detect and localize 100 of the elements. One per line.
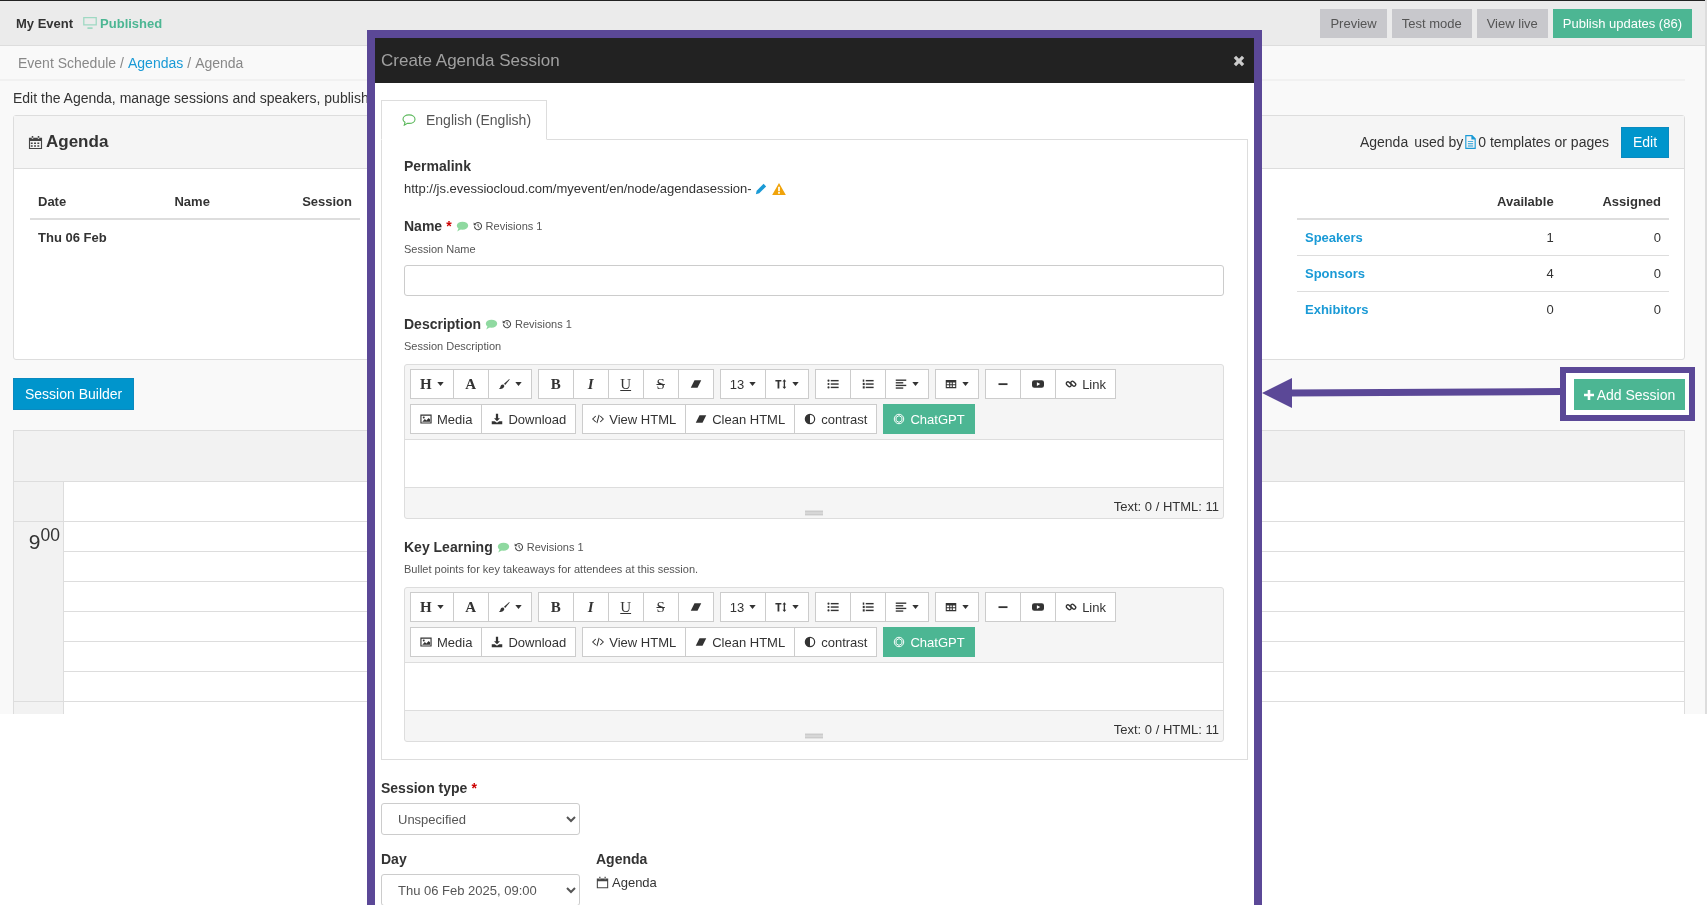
toolbar-button[interactable]: U [607,369,644,399]
action-button[interactable]: Test mode [1391,8,1472,38]
resize-grip-icon[interactable] [805,510,823,516]
breadcrumb-separator: / [120,55,124,71]
toolbar-button[interactable]: S [642,369,679,399]
toolbar-button[interactable]: I [572,592,609,622]
caret-icon [792,605,800,609]
agenda-value: Agenda [612,875,657,890]
toolbar-button[interactable]: Link [1055,592,1116,622]
download-icon [491,413,504,425]
resize-grip-icon[interactable] [805,733,823,739]
breadcrumb-separator: / [187,55,192,71]
column-header: Available [1497,193,1554,209]
brush-icon [497,378,510,390]
image-icon [420,413,432,425]
toolbar-button[interactable] [885,369,930,399]
toolbar-button[interactable]: Clean HTML [685,404,796,434]
toolbar-button[interactable]: Media [410,627,483,657]
toolbar-button[interactable] [1020,592,1057,622]
toolbar-button[interactable] [815,369,852,399]
text-height-icon [775,601,788,613]
toolbar-button[interactable] [765,592,810,622]
toolbar-button[interactable]: View HTML [582,404,687,434]
hour-label: 9$^{00}$ [28,524,61,552]
caret-icon [436,382,444,386]
toolbar-button[interactable] [850,592,887,622]
toolbar-button[interactable] [935,369,980,399]
revisions-label[interactable]: Revisions 1 [485,216,543,236]
document-icon [1465,135,1477,149]
toolbar-button[interactable] [1020,369,1057,399]
action-button[interactable]: View live [1476,8,1548,38]
history-icon[interactable] [502,319,512,329]
toolbar-button[interactable]: contrast [794,404,878,434]
toolbar-button[interactable]: Media [410,404,483,434]
toolbar-button[interactable]: H [410,369,454,399]
eraser-icon [689,378,702,390]
toolbar-button[interactable]: H [410,592,454,622]
column-header: Session [302,193,352,209]
eraser-icon [695,413,708,425]
toolbar-button[interactable]: View HTML [582,627,687,657]
table-cell: 0 [1653,266,1661,281]
field-label: Permalink [404,157,472,176]
usage-count: 0 templates or pages [1478,134,1609,150]
language-tab[interactable]: English (English) [381,100,548,140]
help-text: Session Name [404,242,477,257]
toolbar-button[interactable]: Link [1055,369,1116,399]
monitor-icon [83,17,98,29]
toolbar-button[interactable]: B [537,592,574,622]
session-type-select[interactable]: Unspecified [381,803,580,835]
toolbar-button[interactable] [885,592,930,622]
toolbar-button[interactable]: Clean HTML [685,627,796,657]
eraser-icon [689,601,702,613]
toolbar-button[interactable] [935,592,980,622]
toolbar-button[interactable]: 13 [719,592,767,622]
bullet-list-icon [827,601,840,613]
toolbar-button[interactable]: Download [481,404,577,434]
day-select[interactable]: Thu 06 Feb 2025, 09:00 [381,874,580,905]
toolbar-button[interactable]: B [537,369,574,399]
toolbar-button[interactable]: contrast [794,627,878,657]
toolbar-button[interactable]: A [452,592,489,622]
field-label: Description [404,315,481,334]
align-icon [895,378,908,390]
link-icon [1065,378,1078,390]
calendar-icon [28,134,43,150]
table-icon [945,601,958,613]
session-name-input[interactable] [404,265,1224,296]
action-button[interactable]: Preview [1320,8,1387,38]
breadcrumb-item: Agenda [195,55,244,71]
history-icon[interactable] [472,221,483,231]
close-icon[interactable] [1232,53,1246,68]
toolbar-button[interactable] [677,369,714,399]
modal-title: Create Agenda Session [381,50,561,71]
help-text: Session Description [404,339,503,354]
revisions-label[interactable]: Revisions 1 [526,537,584,557]
required-mark: * [471,779,477,798]
toolbar-button[interactable]: A [452,369,489,399]
comment-icon [402,114,416,126]
field-label: Agenda [596,850,649,869]
video-icon [1032,601,1045,613]
toolbar-button[interactable]: 13 [719,369,767,399]
toolbar-button[interactable] [765,369,810,399]
toolbar-button[interactable] [677,592,714,622]
caret-icon [514,605,522,609]
toolbar-button[interactable] [850,369,887,399]
caret-icon [749,382,757,386]
caret-icon [912,382,920,386]
toolbar-button[interactable]: Download [481,627,577,657]
history-icon[interactable] [513,542,524,552]
toolbar-button[interactable] [815,592,852,622]
caret-icon [514,382,522,386]
field-label: Key Learning [404,538,493,557]
contrast-icon [804,413,817,425]
revisions-label[interactable]: Revisions 1 [515,314,572,334]
toolbar-button[interactable]: U [607,592,644,622]
toolbar-button[interactable]: S [642,592,679,622]
caret-icon [962,382,970,386]
download-icon [491,636,504,648]
toolbar-button[interactable]: I [572,369,609,399]
table-cell: 4 [1546,266,1554,281]
pencil-icon[interactable] [754,183,767,195]
